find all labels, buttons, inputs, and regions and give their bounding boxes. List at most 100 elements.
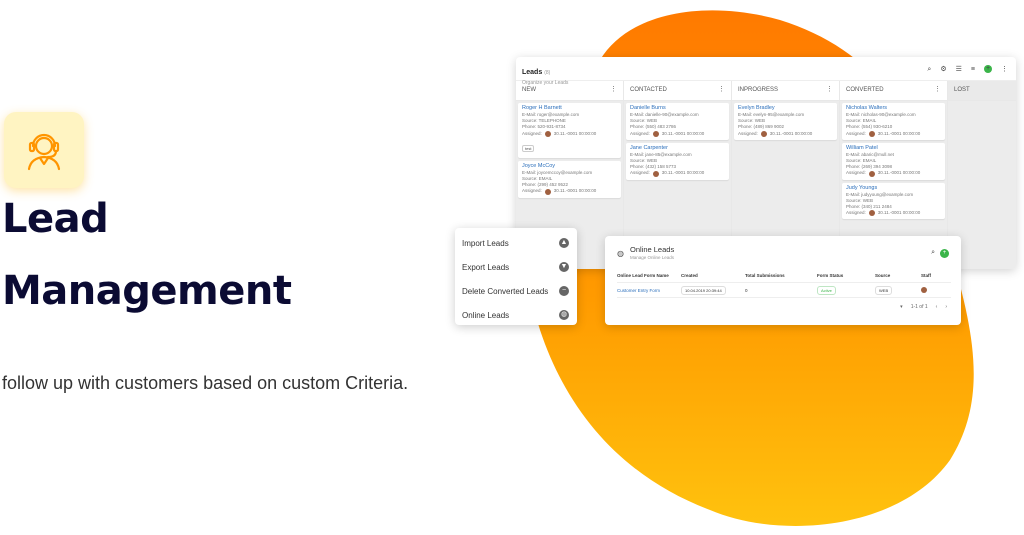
assigned-label: Assigned: [630,170,650,176]
submissions-cell: 0 [745,287,748,293]
lead-card[interactable]: William Patel E-Mail: abaric@mull.net Sour… [842,142,945,180]
page: Lead Management follow up with customers… [0,0,1024,535]
created-chip: 10.04.2019 20:39:44 [681,285,726,295]
table-row: Customer Entry Form 10.04.2019 20:39:44 0 A… [617,283,951,298]
online-leads-table: Online Lead Form Name Created Total Submis… [617,268,951,298]
add-online-lead-button[interactable]: + [940,249,949,258]
avatar [868,170,875,177]
column-header: CONTACTED ⋮ [624,81,731,101]
assigned-date: 30.11.-0001 00:00:00 [553,130,597,136]
gear-icon[interactable]: ⚙ [940,66,946,73]
assigned-date: 30.11.-0001 00:00:00 [553,188,597,194]
staff-cell [921,286,951,294]
assigned-label: Assigned: [846,210,866,216]
search-icon[interactable]: ⌕ [931,249,935,257]
more-vertical-icon[interactable]: ⋮ [934,85,941,93]
cloud-download-icon: ▼ [559,262,569,272]
assigned-date: 30.11.-0001 00:00:00 [661,170,705,176]
assigned-date: 30.11.-0001 00:00:00 [769,130,813,136]
form-name-link[interactable]: Customer Entry Form [617,288,660,293]
lead-card[interactable]: Nicholas Walters E-Mail: nicholas-90@exam… [842,103,945,140]
table-header-row: Online Lead Form Name Created Total Submis… [617,268,951,283]
online-leads-title: Online Leads [630,245,675,254]
prev-page-icon[interactable]: ‹ [936,304,938,310]
avatar [921,286,927,293]
leads-header: Leads (8) Organize your Leads ⌕ ⚙ ☰ ≡ + ⋮ [516,57,1016,86]
next-page-icon[interactable]: › [945,304,947,310]
assigned-label: Assigned: [522,188,542,194]
pagination: ▾ 1-1 of 1 ‹ › [900,304,947,310]
menu-item[interactable]: Import Leads ▲ [455,231,577,255]
assigned-date: 30.11.-0001 00:00:00 [877,210,921,216]
more-vertical-icon[interactable]: ⋮ [1001,66,1008,73]
leads-title: Leads [522,69,543,76]
lead-assigned: Assigned: 30.11.-0001 00:00:00 [522,131,617,137]
rows-per-page-dropdown[interactable]: ▾ [900,304,903,310]
more-vertical-icon[interactable]: ⋮ [718,85,725,93]
search-icon[interactable]: ⌕ [927,66,931,73]
column-header: CONVERTED ⋮ [840,81,947,101]
column-header: Source [875,272,891,278]
lead-assigned: Assigned: 30.11.-0001 00:00:00 [522,188,617,195]
lead-name[interactable]: Danielle Burns [630,105,725,112]
lead-card[interactable]: Jane Carpenter E-Mail: jane-85@example.co… [626,142,729,180]
filter-icon[interactable]: ≡ [971,66,975,73]
assigned-date: 30.11.-0001 00:00:00 [661,130,705,136]
avatar [544,130,551,137]
status-badge: Active [817,285,836,295]
menu-item[interactable]: Delete Converted Leads − [455,279,577,303]
avatar [868,130,875,137]
globe-icon: ◍ [559,310,569,320]
lead-assigned: Assigned: 30.11.-0001 00:00:00 [630,131,725,137]
column-header: LOST [948,81,1016,101]
more-vertical-icon[interactable]: ⋮ [610,85,617,93]
avatar [544,188,551,195]
menu-item-label: Online Leads [462,310,510,320]
lead-name[interactable]: Joyce McCoy [522,163,617,170]
lead-card[interactable]: Judy Youngs E-Mail: judyyoung@example.com… [842,182,945,220]
list-view-icon[interactable]: ☰ [956,66,962,73]
lead-name[interactable]: Roger H Barnett [522,105,617,112]
source-cell: WEB [875,285,921,295]
minus-circle-icon: − [559,286,569,296]
lead-name[interactable]: William Patel [846,145,941,152]
assigned-label: Assigned: [846,130,866,136]
leads-actions-menu: Import Leads ▲ Export Leads ▼ Delete Convert… [455,228,577,325]
online-leads-panel: ◍ Online Leads Manage Online Leads ⌕ + O… [605,236,961,325]
menu-item[interactable]: Export Leads ▼ [455,255,577,279]
lead-assigned: Assigned: 30.11.-0001 00:00:00 [846,170,941,177]
assigned-label: Assigned: [630,130,650,136]
status-cell: Active [817,285,875,295]
lead-assigned: Assigned: 30.11.-0001 00:00:00 [630,170,725,177]
assigned-date: 30.11.-0001 00:00:00 [877,170,921,176]
lead-card[interactable]: Evelyn Bradley E-Mail: evelyn-95@example.… [734,103,837,140]
lead-name[interactable]: Evelyn Bradley [738,105,833,112]
column-label: CONVERTED [846,87,884,93]
column-header: INPROGRESS ⋮ [732,81,839,101]
lead-assigned: Assigned: 30.11.-0001 00:00:00 [846,131,941,137]
menu-item-label: Export Leads [462,262,510,272]
lead-card[interactable]: Roger H Barnett E-Mail: roger@example.com… [518,103,621,158]
column-label: NEW [522,87,536,93]
lead-assigned: Assigned: 30.11.-0001 00:00:00 [846,210,941,217]
more-vertical-icon[interactable]: ⋮ [826,85,833,93]
assigned-label: Assigned: [846,170,866,176]
form-name-cell: Customer Entry Form [617,288,681,293]
lead-card[interactable]: Joyce McCoy E-Mail: joycemccoy@example.co… [518,160,621,198]
leads-toolbar: ⌕ ⚙ ☰ ≡ + ⋮ [927,65,1008,73]
lead-name[interactable]: Nicholas Walters [846,105,941,112]
lead-name[interactable]: Jane Carpenter [630,145,725,152]
menu-item[interactable]: Online Leads ◍ [455,303,577,327]
add-lead-button[interactable]: + [984,65,992,73]
hero-title-line1: Lead [2,196,109,242]
cloud-upload-icon: ▲ [559,238,569,248]
assigned-label: Assigned: [522,130,542,136]
avatar [652,130,659,137]
lead-name[interactable]: Judy Youngs [846,185,941,192]
column-label: INPROGRESS [738,87,779,93]
avatar [868,210,875,217]
column-header: NEW ⋮ [516,81,623,101]
hero-subtitle: follow up with customers based on custom… [2,373,409,393]
lead-card[interactable]: Danielle Burns E-Mail: danielle-90@exampl… [626,103,729,140]
globe-icon: ◍ [617,249,624,258]
